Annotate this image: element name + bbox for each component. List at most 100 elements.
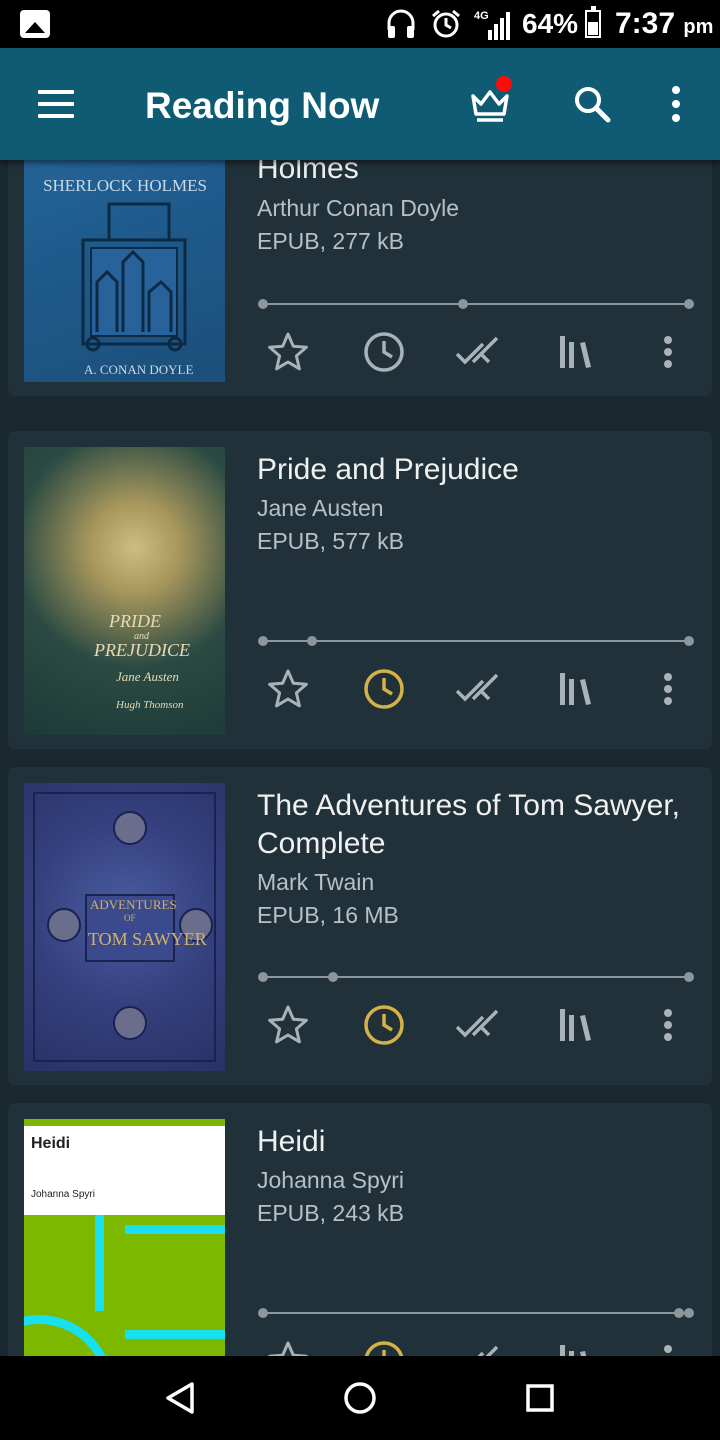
- book-file-info: EPUB, 277 kB: [257, 228, 405, 254]
- collections-icon: [560, 1009, 591, 1041]
- favorite-button[interactable]: [258, 995, 318, 1055]
- premium-button[interactable]: [464, 76, 516, 130]
- cover-author: Johanna Spyri: [31, 1189, 95, 1200]
- cover-author: Jane Austen: [116, 669, 179, 684]
- notification-badge: [496, 76, 512, 92]
- cover-title-of: OF: [124, 913, 136, 923]
- finished-check-icon: [477, 1345, 499, 1356]
- favorite-button[interactable]: [258, 1331, 318, 1356]
- finished-button[interactable]: [450, 659, 510, 719]
- finished-check-icon: [455, 336, 499, 365]
- cover-ornament: [33, 792, 216, 1062]
- cover-arc: [24, 1315, 114, 1356]
- book-card[interactable]: ADVENTURES OF TOM SAWYER The Adventures …: [8, 767, 712, 1085]
- collections-button[interactable]: [546, 1331, 606, 1356]
- book-cover[interactable]: ADVENTURES OF TOM SAWYER: [24, 783, 225, 1071]
- book-author: Johanna Spyri: [257, 1167, 405, 1193]
- book-actions: [248, 322, 708, 382]
- book-card[interactable]: Heidi Johanna Spyri Heidi Johanna Spyri …: [8, 1103, 712, 1356]
- cover-illustrator: Hugh Thomson: [116, 699, 184, 711]
- cover-title: Heidi: [31, 1135, 71, 1152]
- book-author: Mark Twain: [257, 869, 375, 895]
- cover-illustration: [81, 202, 187, 352]
- recent-clock-icon: [364, 1005, 404, 1045]
- cover-title: SHERLOCK HOLMES: [43, 176, 207, 195]
- cover-author: A. CONAN DOYLE: [84, 362, 194, 377]
- recent-button[interactable]: [354, 995, 414, 1055]
- book-actions: [248, 659, 708, 719]
- recent-button[interactable]: [354, 659, 414, 719]
- book-title[interactable]: Holmes: [257, 160, 697, 188]
- more-vert-icon: [664, 673, 672, 705]
- headphones-icon: [387, 9, 415, 38]
- favorite-button[interactable]: [258, 322, 318, 382]
- reading-progress: [258, 299, 694, 309]
- book-more-button[interactable]: [638, 322, 698, 382]
- collections-button[interactable]: [546, 659, 606, 719]
- book-card[interactable]: SHERLOCK HOLMES A. CONAN DOYLE Holmes Ar…: [8, 160, 712, 396]
- recent-button[interactable]: [354, 322, 414, 382]
- book-more-button[interactable]: [638, 995, 698, 1055]
- book-cover[interactable]: Heidi Johanna Spyri: [24, 1119, 225, 1356]
- reading-progress: [258, 636, 694, 646]
- cover-stripe: [95, 1215, 104, 1311]
- collections-icon: [560, 673, 591, 705]
- recents-icon[interactable]: [520, 1378, 560, 1418]
- home-icon[interactable]: [340, 1378, 380, 1418]
- clock: 7:37 pm: [615, 6, 713, 45]
- favorite-button[interactable]: [258, 659, 318, 719]
- cover-title: PRIDE: [109, 611, 161, 631]
- collections-button[interactable]: [546, 322, 606, 382]
- favorite-star-icon: [268, 1341, 308, 1356]
- reading-progress: [258, 1308, 694, 1318]
- menu-icon[interactable]: [36, 88, 76, 120]
- more-vert-icon: [672, 86, 680, 122]
- recent-clock-icon: [364, 669, 404, 709]
- favorite-star-icon: [268, 669, 308, 708]
- book-title[interactable]: Heidi: [257, 1123, 697, 1161]
- book-file-info: EPUB, 16 MB: [257, 902, 399, 928]
- cover-stripe: [125, 1225, 225, 1234]
- book-cover[interactable]: PRIDE and PREJUDICE Jane Austen Hugh Tho…: [24, 447, 225, 735]
- signal-icon: [488, 12, 510, 40]
- cover-title-prejudice: PREJUDICE: [94, 640, 190, 660]
- favorite-star-icon: [268, 1005, 308, 1044]
- book-author: Arthur Conan Doyle: [257, 195, 459, 221]
- book-actions: [248, 1331, 708, 1356]
- battery-icon: [585, 6, 601, 38]
- search-button[interactable]: [566, 78, 618, 130]
- finished-check-icon: [455, 673, 499, 702]
- finished-button[interactable]: [450, 1331, 510, 1356]
- overflow-menu-button[interactable]: [650, 78, 702, 130]
- recent-clock-icon: [364, 332, 404, 372]
- alarm-icon: [432, 9, 460, 38]
- book-file-info: EPUB, 577 kB: [257, 528, 405, 554]
- finished-button[interactable]: [450, 995, 510, 1055]
- recent-button[interactable]: [354, 1331, 414, 1356]
- book-cover[interactable]: SHERLOCK HOLMES A. CONAN DOYLE: [24, 160, 225, 382]
- favorite-star-icon: [268, 332, 308, 371]
- back-icon[interactable]: [160, 1378, 200, 1418]
- book-more-button[interactable]: [638, 659, 698, 719]
- book-more-button[interactable]: [638, 1331, 698, 1356]
- book-list[interactable]: SHERLOCK HOLMES A. CONAN DOYLE Holmes Ar…: [0, 160, 720, 1356]
- collections-button[interactable]: [546, 995, 606, 1055]
- more-vert-icon: [664, 1009, 672, 1041]
- recent-clock-icon: [364, 1341, 404, 1356]
- page-title: Reading Now: [145, 85, 380, 126]
- gallery-notification-icon: [20, 10, 50, 38]
- book-file-info: EPUB, 243 kB: [257, 1200, 405, 1226]
- reading-progress: [258, 972, 694, 982]
- finished-button[interactable]: [450, 322, 510, 382]
- more-vert-icon: [664, 336, 672, 368]
- navigation-bar: [0, 1356, 720, 1440]
- status-bar: 4G 64% 7:37 pm: [0, 0, 720, 48]
- book-card[interactable]: PRIDE and PREJUDICE Jane Austen Hugh Tho…: [8, 431, 712, 749]
- more-vert-icon: [664, 1345, 672, 1353]
- collections-icon: [560, 1345, 587, 1356]
- cover-title-adventures: ADVENTURES: [90, 897, 177, 912]
- book-title[interactable]: The Adventures of Tom Sawyer, Complete: [257, 787, 697, 863]
- cover-title: TOM SAWYER: [88, 929, 207, 949]
- book-title[interactable]: Pride and Prejudice: [257, 451, 697, 489]
- search-icon: [575, 87, 611, 123]
